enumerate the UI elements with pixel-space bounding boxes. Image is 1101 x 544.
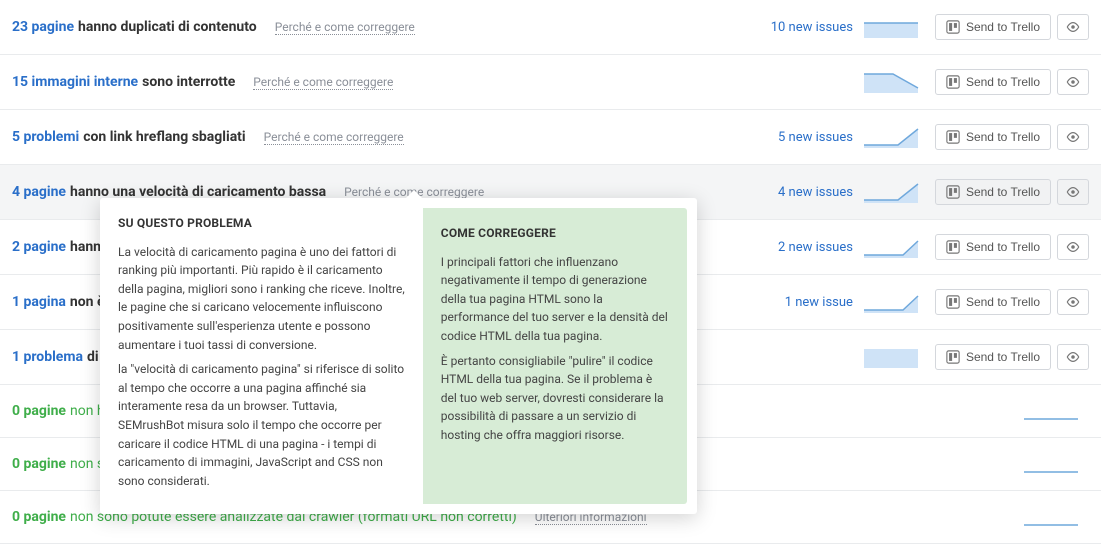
button-label: Send to Trello — [966, 75, 1040, 89]
sparkline — [1023, 399, 1079, 423]
issue-text[interactable]: 5 problemicon link hreflang sbagliati Per… — [12, 129, 778, 145]
sparkline — [863, 125, 919, 149]
new-issues-badge[interactable]: 5 new issues — [778, 130, 853, 145]
issue-count: 15 immagini interne — [12, 74, 138, 90]
send-to-trello-button[interactable]: Send to Trello — [935, 179, 1051, 205]
eye-icon — [1066, 130, 1080, 144]
issue-label: di — [87, 349, 99, 365]
issue-text[interactable]: 15 immagini internesono interrotte Perché… — [12, 74, 863, 90]
issue-count: 0 pagine — [12, 509, 66, 525]
sparkline — [863, 345, 919, 369]
issue-row[interactable]: 15 immagini internesono interrotte Perché… — [0, 55, 1101, 110]
button-label: Send to Trello — [966, 350, 1040, 364]
tooltip-about-heading: SU QUESTO PROBLEMA — [118, 214, 405, 233]
new-issues-badge[interactable]: 4 new issues — [778, 185, 853, 200]
view-button[interactable] — [1057, 179, 1089, 205]
help-tooltip: SU QUESTO PROBLEMA La velocità di carica… — [100, 198, 697, 514]
why-and-how-link[interactable]: Perché e come correggere — [275, 20, 415, 35]
why-and-how-link[interactable]: Perché e come correggere — [253, 75, 393, 90]
eye-icon — [1066, 185, 1080, 199]
eye-icon — [1066, 75, 1080, 89]
sparkline — [863, 180, 919, 204]
issue-count: 4 pagine — [12, 184, 66, 200]
send-to-trello-button[interactable]: Send to Trello — [935, 344, 1051, 370]
trello-icon — [946, 240, 960, 254]
sparkline — [863, 235, 919, 259]
eye-icon — [1066, 295, 1080, 309]
eye-icon — [1066, 240, 1080, 254]
view-button[interactable] — [1057, 69, 1089, 95]
trello-icon — [946, 185, 960, 199]
issue-count: 1 problema — [12, 349, 83, 365]
eye-icon — [1066, 20, 1080, 34]
issue-count: 0 pagine — [12, 403, 66, 419]
send-to-trello-button[interactable]: Send to Trello — [935, 234, 1051, 260]
sparkline — [863, 290, 919, 314]
send-to-trello-button[interactable]: Send to Trello — [935, 14, 1051, 40]
send-to-trello-button[interactable]: Send to Trello — [935, 69, 1051, 95]
button-label: Send to Trello — [966, 295, 1040, 309]
view-button[interactable] — [1057, 14, 1089, 40]
issue-count: 23 pagine — [12, 19, 74, 35]
trello-icon — [946, 295, 960, 309]
button-label: Send to Trello — [966, 240, 1040, 254]
send-to-trello-button[interactable]: Send to Trello — [935, 124, 1051, 150]
new-issues-badge[interactable]: 1 new issue — [785, 295, 853, 310]
issue-label: hann — [70, 239, 101, 255]
view-button[interactable] — [1057, 234, 1089, 260]
sparkline — [863, 70, 919, 94]
issue-label: hanno duplicati di contenuto — [78, 19, 257, 35]
trello-icon — [946, 75, 960, 89]
view-button[interactable] — [1057, 289, 1089, 315]
tooltip-about-text: la "velocità di caricamento pagina" si r… — [118, 360, 405, 490]
trello-icon — [946, 20, 960, 34]
button-label: Send to Trello — [966, 185, 1040, 199]
issue-label: sono interrotte — [142, 74, 235, 90]
issue-count: 1 pagina — [12, 294, 66, 310]
button-label: Send to Trello — [966, 130, 1040, 144]
new-issues-badge[interactable]: 2 new issues — [778, 240, 853, 255]
trello-icon — [946, 350, 960, 364]
issue-text[interactable]: 23 paginehanno duplicati di contenuto Per… — [12, 19, 771, 35]
sparkline — [1023, 452, 1079, 476]
send-to-trello-button[interactable]: Send to Trello — [935, 289, 1051, 315]
tooltip-fix-text: È pertanto consigliabile "pulire" il cod… — [441, 352, 669, 445]
trello-icon — [946, 130, 960, 144]
issue-row[interactable]: 23 paginehanno duplicati di contenuto Per… — [0, 0, 1101, 55]
tooltip-about-text: La velocità di caricamento pagina è uno … — [118, 243, 405, 355]
tooltip-fix-heading: COME CORREGGERE — [441, 224, 669, 243]
why-and-how-link[interactable]: Perché e come correggere — [264, 130, 404, 145]
sparkline — [863, 15, 919, 39]
view-button[interactable] — [1057, 344, 1089, 370]
issue-count: 2 pagine — [12, 239, 66, 255]
sparkline — [1023, 505, 1079, 529]
issue-count: 5 problemi — [12, 129, 79, 145]
tooltip-fix-text: I principali fattori che influenzano neg… — [441, 253, 669, 346]
new-issues-badge[interactable]: 10 new issues — [771, 20, 853, 35]
issue-count: 0 pagine — [12, 456, 66, 472]
button-label: Send to Trello — [966, 20, 1040, 34]
eye-icon — [1066, 350, 1080, 364]
issue-label: con link hreflang sbagliati — [83, 129, 245, 145]
view-button[interactable] — [1057, 124, 1089, 150]
issue-row[interactable]: 5 problemicon link hreflang sbagliati Per… — [0, 110, 1101, 165]
